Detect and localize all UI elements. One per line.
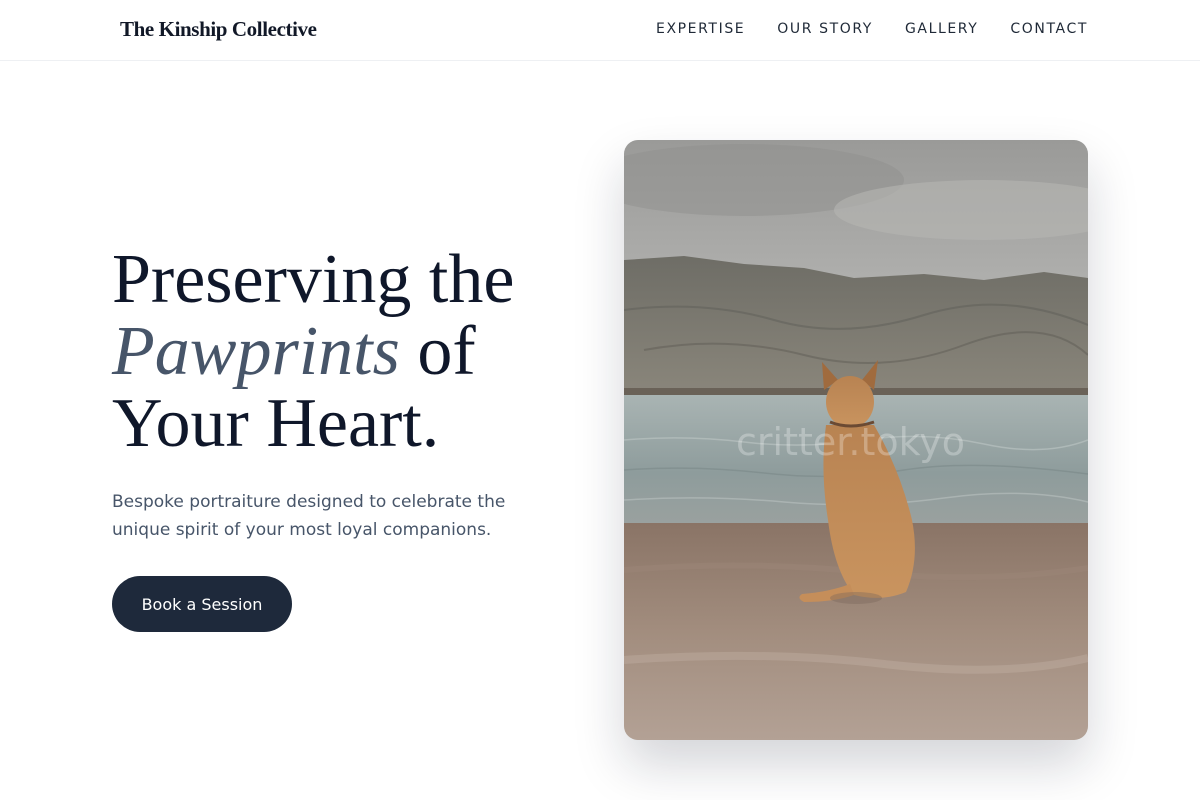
nav-link-our-story[interactable]: OUR STORY bbox=[777, 21, 873, 37]
brand-logo-text[interactable]: The Kinship Collective bbox=[120, 17, 317, 42]
nav-link-contact[interactable]: CONTACT bbox=[1010, 21, 1088, 37]
nav-link-gallery[interactable]: GALLERY bbox=[905, 21, 978, 37]
headline-line-1: Preserving the bbox=[112, 241, 515, 318]
top-navigation-bar: The Kinship Collective EXPERTISE OUR STO… bbox=[0, 0, 1200, 61]
hero-photo: critter.tokyo bbox=[624, 140, 1088, 740]
nav-link-expertise[interactable]: EXPERTISE bbox=[656, 21, 745, 37]
headline-line-3: Your Heart. bbox=[112, 385, 440, 462]
hero-headline: Preserving the Pawprints of Your Heart. bbox=[112, 244, 582, 460]
book-session-button[interactable]: Book a Session bbox=[112, 576, 292, 632]
primary-nav: EXPERTISE OUR STORY GALLERY CONTACT bbox=[656, 21, 1088, 37]
hero-subcopy: Bespoke portraiture designed to celebrat… bbox=[112, 492, 506, 540]
photo-watermark: critter.tokyo bbox=[736, 420, 966, 464]
headline-accent-word: Pawprints bbox=[112, 313, 400, 390]
headline-line-2-rest: of bbox=[399, 313, 476, 390]
